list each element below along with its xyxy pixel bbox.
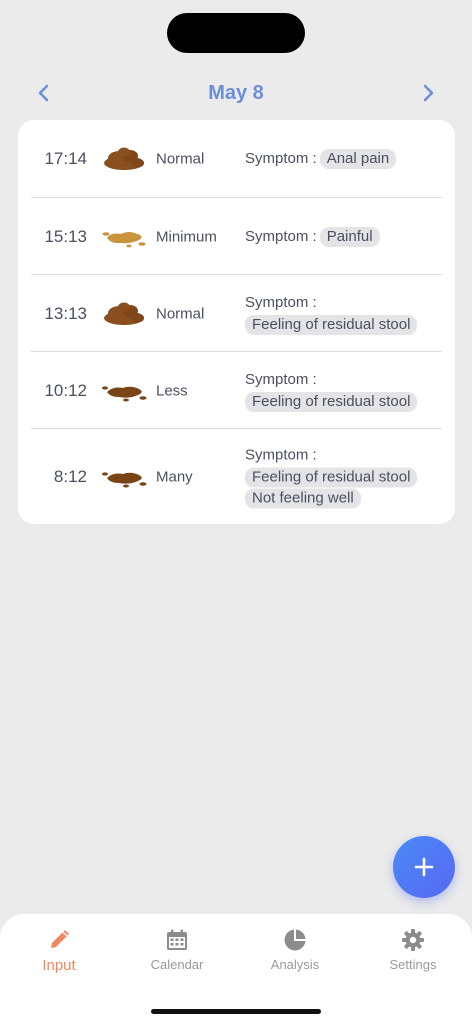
symptom-tag: Feeling of residual stool — [245, 467, 418, 488]
entry-amount: Many — [156, 468, 193, 486]
dynamic-island — [167, 13, 305, 53]
entry-time: 13:13 — [44, 303, 87, 323]
symptom-tag: Anal pain — [319, 148, 397, 169]
tab-settings[interactable]: Settings — [354, 928, 472, 978]
tab-label: Settings — [389, 957, 437, 972]
entry-amount: Less — [156, 382, 188, 399]
stool-many-icon — [102, 472, 147, 488]
entry-amount: Minimum — [156, 228, 217, 245]
gear-icon — [402, 929, 424, 951]
symptom-label: Symptom : — [245, 370, 317, 388]
symptom-tag: Painful — [319, 226, 380, 247]
entry-symptoms: Symptom : Feeling of residual stool — [245, 369, 455, 413]
tab-analysis[interactable]: Analysis — [236, 928, 354, 978]
symptom-label: Symptom : — [245, 227, 317, 245]
plus-icon — [414, 857, 434, 877]
stool-normal-icon — [104, 302, 144, 325]
pencil-icon — [51, 930, 69, 948]
chevron-right-icon — [423, 84, 434, 102]
stool-minimum-icon — [102, 231, 146, 247]
entry-symptoms: Symptom : Feeling of residual stool — [245, 292, 455, 336]
tab-label: Analysis — [270, 957, 320, 972]
entry-symptoms: Symptom : Painful — [245, 226, 455, 248]
entry-row[interactable]: 8:12 Many Symptom : Feeling of residual … — [31, 428, 442, 525]
entry-time: 8:12 — [53, 467, 87, 486]
pie-chart-icon — [284, 929, 306, 951]
date-title: May 8 — [208, 82, 264, 104]
symptom-tag: Feeling of residual stool — [245, 391, 418, 412]
entry-symptoms: Symptom : Anal pain — [245, 148, 455, 170]
symptom-label: Symptom : — [245, 446, 317, 464]
entry-symptoms: Symptom : Feeling of residual stool Not … — [245, 445, 455, 510]
entry-time: 15:13 — [44, 226, 87, 246]
calendar-icon — [167, 929, 187, 950]
entry-time: 17:14 — [44, 148, 87, 168]
date-navigation: May 8 — [0, 74, 472, 112]
entry-amount: Normal — [156, 305, 205, 322]
symptom-tag: Not feeling well — [245, 488, 361, 509]
entry-row[interactable]: 13:13 Normal Symptom : Feeling of residu… — [31, 274, 442, 352]
symptom-label: Symptom : — [245, 149, 317, 167]
symptom-label: Symptom : — [245, 293, 317, 311]
entry-row[interactable]: 10:12 Less Symptom : Feeling of residual… — [31, 351, 442, 429]
home-indicator — [151, 1009, 321, 1014]
bottom-tab-bar: Input Calendar Analysis Settings — [0, 914, 472, 1024]
entries-card: 17:14 Normal Symptom : Anal pain 15:13 Mi… — [18, 120, 455, 524]
tab-label: Input — [42, 957, 76, 974]
entry-time: 10:12 — [44, 380, 87, 400]
add-entry-button[interactable] — [393, 836, 455, 898]
tab-calendar[interactable]: Calendar — [118, 928, 236, 978]
entry-row[interactable]: 15:13 Minimum Symptom : Painful — [31, 197, 442, 275]
next-day-button[interactable] — [408, 74, 448, 112]
entry-amount: Normal — [156, 150, 205, 167]
tab-input[interactable]: Input — [0, 928, 118, 978]
tab-label: Calendar — [150, 957, 204, 972]
entry-row[interactable]: 17:14 Normal Symptom : Anal pain — [31, 120, 442, 197]
symptom-tag: Feeling of residual stool — [245, 314, 418, 335]
stool-less-icon — [102, 385, 147, 401]
stool-normal-icon — [104, 147, 144, 170]
